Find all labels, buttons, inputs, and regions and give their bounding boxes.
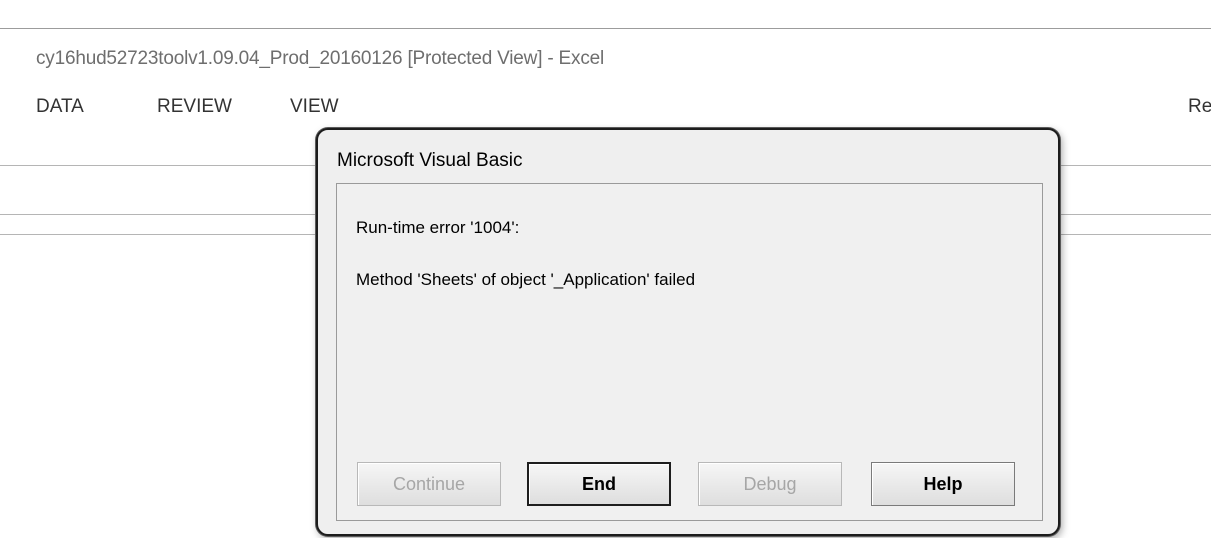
tab-review[interactable]: REVIEW <box>157 96 232 118</box>
tab-data[interactable]: DATA <box>36 96 84 118</box>
dialog-title: Microsoft Visual Basic <box>337 150 523 171</box>
window-top-border <box>0 28 1211 29</box>
error-code-text: Run-time error '1004': <box>356 218 520 237</box>
ribbon-tab-bar: DATA REVIEW VIEW Re <box>0 96 1211 126</box>
continue-button[interactable]: Continue <box>357 462 501 506</box>
window-title: cy16hud52723toolv1.09.04_Prod_20160126 [… <box>36 48 605 69</box>
help-button[interactable]: Help <box>871 462 1015 506</box>
debug-button[interactable]: Debug <box>698 462 842 506</box>
dialog-content-panel: Run-time error '1004': Method 'Sheets' o… <box>336 183 1043 521</box>
tab-partial-right[interactable]: Re <box>1188 96 1211 118</box>
end-button[interactable]: End <box>527 462 671 506</box>
vba-error-dialog: Microsoft Visual Basic Run-time error '1… <box>316 128 1060 536</box>
tab-view[interactable]: VIEW <box>290 96 339 118</box>
error-message-text: Method 'Sheets' of object '_Application'… <box>356 270 696 289</box>
